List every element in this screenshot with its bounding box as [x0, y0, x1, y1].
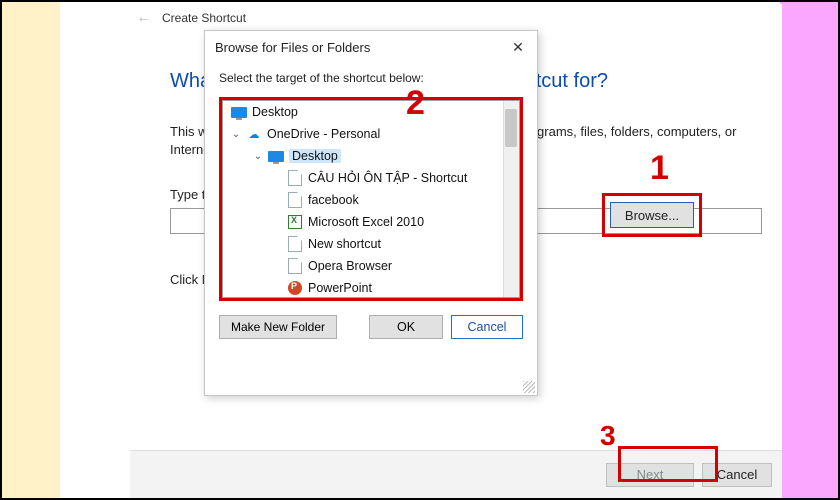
- screenshot-outer-border: [0, 0, 840, 500]
